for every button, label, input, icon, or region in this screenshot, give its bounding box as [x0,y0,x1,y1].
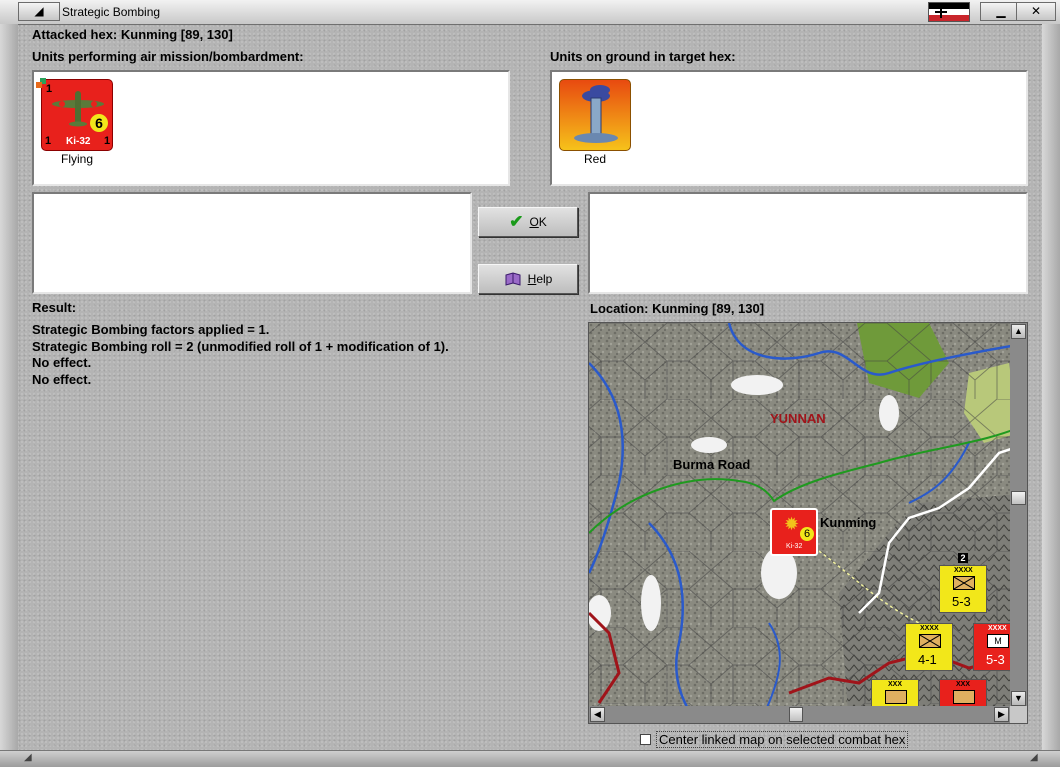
result-line: No effect. [32,371,92,387]
unit-type-label: Ki-32 [66,136,91,147]
counter-corner-bl: 1 [45,135,52,147]
horizontal-scroll-thumb[interactable] [789,707,803,722]
ground-units-label: Units on ground in target hex: [550,49,736,64]
scrollbar-corner [1010,706,1027,723]
minimize-icon: ▁ [996,4,1006,18]
map-road-label: Burma Road [673,457,751,472]
map-unit-counter[interactable]: XXXX 5-3 [939,565,987,613]
help-button-label: Help [527,272,553,286]
ground-units-panel: Red [550,70,1028,186]
ok-button[interactable]: ✔ OK [478,207,578,237]
unit-strength-badge: 6 [90,114,108,132]
map-city-label: Kunming [820,515,877,530]
map-unit-type: Ki-32 [786,543,803,550]
center-map-checkbox-label[interactable]: Center linked map on selected combat hex [656,731,909,748]
scroll-right-arrow-icon[interactable]: ▶ [994,707,1009,722]
stack-count-badge: 2 [958,553,968,563]
infantry-symbol-icon [885,690,907,704]
air-units-panel: 1 6 Ki-32 1 1 Flying [32,70,510,186]
resize-grip-icon[interactable]: ◢ [1030,752,1038,763]
map-horizontal-scrollbar[interactable]: ◀ ▶ [589,706,1010,723]
unit-size-label: XXXX [988,625,1007,632]
title-bar[interactable]: ◢ Strategic Bombing ▁ ✕ [0,0,1060,25]
attacked-hex-label: Attacked hex: Kunming [89, 130] [32,27,233,42]
map-air-unit-counter[interactable]: ✹ 6 Ki-32 [770,508,818,556]
close-icon: ✕ [1030,4,1042,18]
ok-button-label: OK [529,215,547,229]
center-map-checkbox[interactable] [640,734,651,745]
map-region-label: YUNNAN [770,411,826,426]
resize-grip-icon[interactable]: ◢ [24,752,32,763]
attacker-details-panel [32,192,472,294]
garrison-symbol-icon: M [987,634,1009,648]
unit-factors-label: 5-3 [986,652,1005,667]
help-book-icon [505,272,521,286]
scroll-up-arrow-icon[interactable]: ▲ [1011,324,1026,339]
right-window-border[interactable] [1042,24,1060,750]
result-line: Strategic Bombing factors applied = 1. [32,322,270,337]
air-unit-status: Flying [60,152,93,166]
ground-unit-status: Red [583,152,606,166]
unit-size-label: XXXX [920,625,939,632]
unit-factors-label: 5-3 [952,594,971,609]
infantry-symbol-icon [919,634,941,648]
window-title: Strategic Bombing [62,5,161,19]
scroll-down-arrow-icon[interactable]: ▼ [1011,691,1026,706]
result-label: Result: [32,300,77,315]
map-unit-counter[interactable]: XXXX 4-1 [905,623,953,671]
bottom-window-border[interactable]: ◢ ◢ [0,750,1060,767]
window-menu-button[interactable]: ◢ [18,2,60,21]
factory-target-counter[interactable] [559,79,631,151]
result-line: Strategic Bombing roll = 2 (unmodified r… [32,338,449,354]
map-vertical-scrollbar[interactable]: ▲ ▼ [1010,323,1027,707]
infantry-symbol-icon [953,576,975,590]
result-line: No effect. [32,355,92,370]
air-unit-counter[interactable]: 1 6 Ki-32 1 1 [36,78,113,151]
defender-details-panel [588,192,1028,294]
unit-size-label: XXX [888,681,903,688]
checkmark-icon: ✔ [509,212,524,231]
unit-size-label: XXX [956,681,971,688]
help-button[interactable]: Help [478,264,578,294]
close-button[interactable]: ✕ [1016,2,1056,21]
vertical-scroll-thumb[interactable] [1011,491,1026,505]
left-window-border[interactable] [0,24,18,750]
scroll-left-arrow-icon[interactable]: ◀ [590,707,605,722]
unit-size-label: XXXX [954,567,973,574]
german-war-flag-icon [928,2,970,22]
factory-chimney-icon [574,85,618,143]
location-label: Location: Kunming [89, 130] [590,301,765,316]
result-text: Strategic Bombing factors applied = 1. S… [32,322,449,388]
linked-map-view[interactable]: YUNNAN Burma Road Kunming ✹ 6 Ki-32 2 XX… [588,322,1028,724]
map-unit-strength: 6 [800,527,814,541]
window-menu-icon: ◢ [34,4,44,18]
air-units-label: Units performing air mission/bombardment… [32,49,304,64]
strategic-bombing-window: ◢ Strategic Bombing ▁ ✕ Attacked hex: Ku… [0,0,1060,767]
unit-marker-icon [36,82,42,88]
explosion-icon: ✹ [784,514,800,534]
unit-factors-label: 4-1 [918,652,937,667]
infantry-symbol-icon [953,690,975,704]
counter-corner-br: 1 [104,135,111,147]
